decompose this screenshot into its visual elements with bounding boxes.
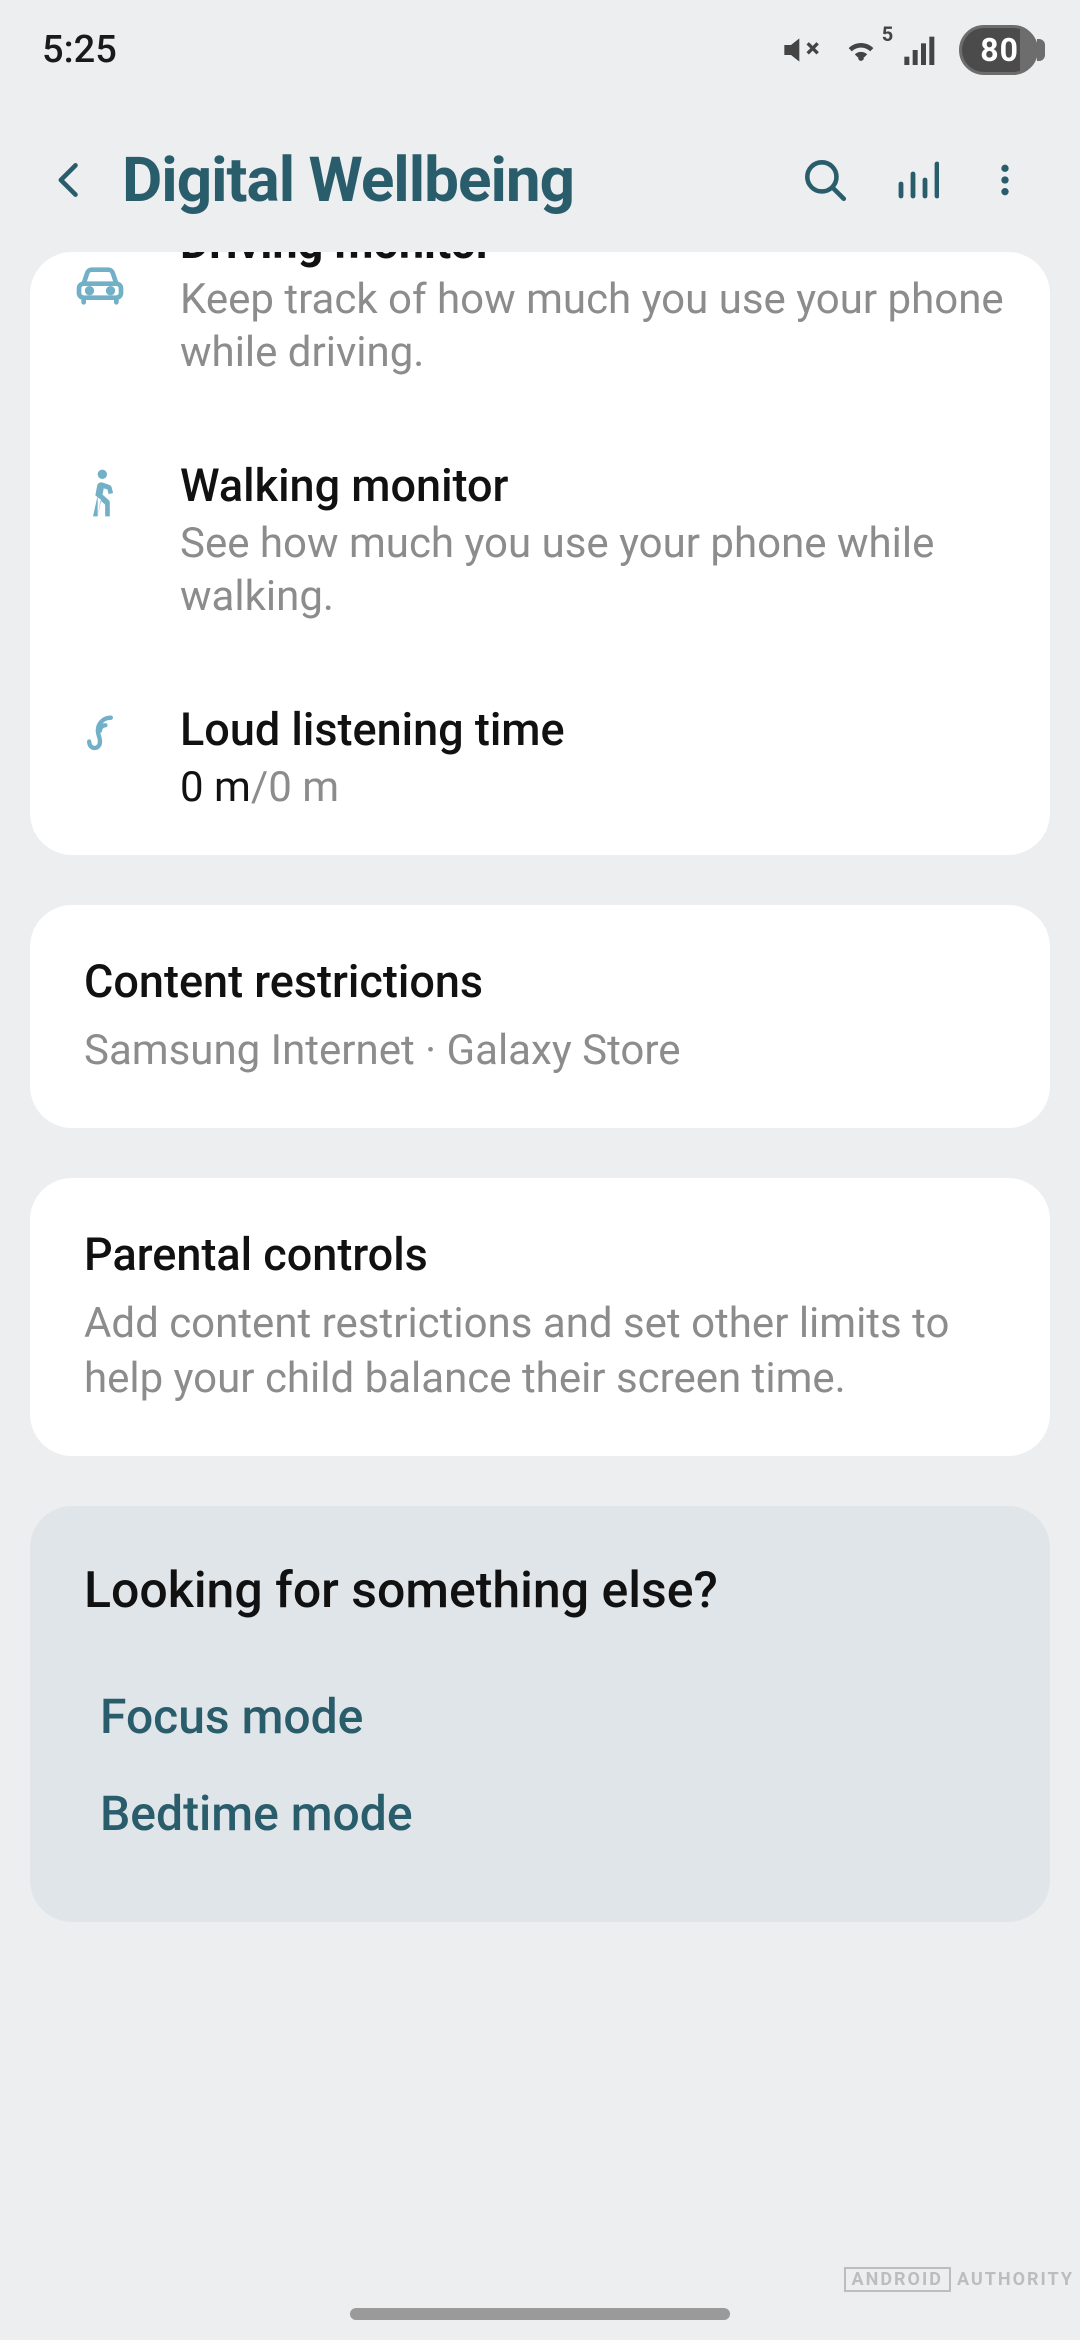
usage-stats-button[interactable] <box>870 140 960 220</box>
more-vertical-icon <box>985 156 1025 204</box>
watermark: ANDROIDAUTHORITY <box>844 2267 1074 2292</box>
suggestion-link-bedtime-mode[interactable]: Bedtime mode <box>84 1765 996 1862</box>
battery-indicator: 80 <box>959 25 1038 75</box>
suggestion-card: Looking for something else? Focus mode B… <box>30 1506 1050 1922</box>
signal-icon <box>901 30 941 70</box>
parental-controls-card[interactable]: Parental controls Add content restrictio… <box>30 1178 1050 1456</box>
loud-listening-row[interactable]: Loud listening time 0 m/0 m <box>30 663 1050 855</box>
walking-monitor-subtitle: See how much you use your phone while wa… <box>180 518 1010 623</box>
monitors-card: Driving monitor Keep track of how much y… <box>30 252 1050 855</box>
page-title: Digital Wellbeing <box>122 144 780 217</box>
walking-monitor-title: Walking monitor <box>180 459 1010 512</box>
status-bar: 5:25 5 80 <box>0 0 1080 100</box>
wifi-icon: 5 <box>839 30 883 70</box>
search-icon <box>800 155 850 205</box>
bar-chart-icon <box>891 156 939 204</box>
app-header: Digital Wellbeing <box>0 100 1080 260</box>
status-time: 5:25 <box>42 28 117 72</box>
driving-monitor-title-clipped: Driving monitor <box>180 252 1010 274</box>
driving-monitor-subtitle: Keep track of how much you use your phon… <box>180 274 1010 379</box>
suggestion-heading: Looking for something else? <box>84 1562 996 1620</box>
suggestion-link-focus-mode[interactable]: Focus mode <box>84 1668 996 1765</box>
search-button[interactable] <box>780 140 870 220</box>
content-restrictions-title: Content restrictions <box>84 955 996 1008</box>
ear-icon <box>74 709 126 761</box>
more-options-button[interactable] <box>960 140 1050 220</box>
content-restrictions-card[interactable]: Content restrictions Samsung Internet · … <box>30 905 1050 1129</box>
loud-listening-title: Loud listening time <box>180 703 1010 756</box>
parental-controls-title: Parental controls <box>84 1228 996 1281</box>
back-button[interactable] <box>30 140 110 220</box>
chevron-left-icon <box>48 158 92 202</box>
status-indicators: 5 80 <box>781 25 1038 75</box>
wifi-band-label: 5 <box>882 22 893 46</box>
battery-percent: 80 <box>980 31 1019 69</box>
mute-icon <box>781 30 821 70</box>
content-restrictions-subtitle: Samsung Internet · Galaxy Store <box>84 1024 996 1079</box>
parental-controls-subtitle: Add content restrictions and set other l… <box>84 1297 996 1406</box>
gesture-bar[interactable] <box>350 2308 730 2320</box>
driving-monitor-row[interactable]: Driving monitor Keep track of how much y… <box>30 252 1050 419</box>
car-icon <box>72 258 128 314</box>
loud-listening-value: 0 m/0 m <box>180 762 1010 815</box>
walking-icon <box>72 465 128 521</box>
walking-monitor-row[interactable]: Walking monitor See how much you use you… <box>30 419 1050 663</box>
